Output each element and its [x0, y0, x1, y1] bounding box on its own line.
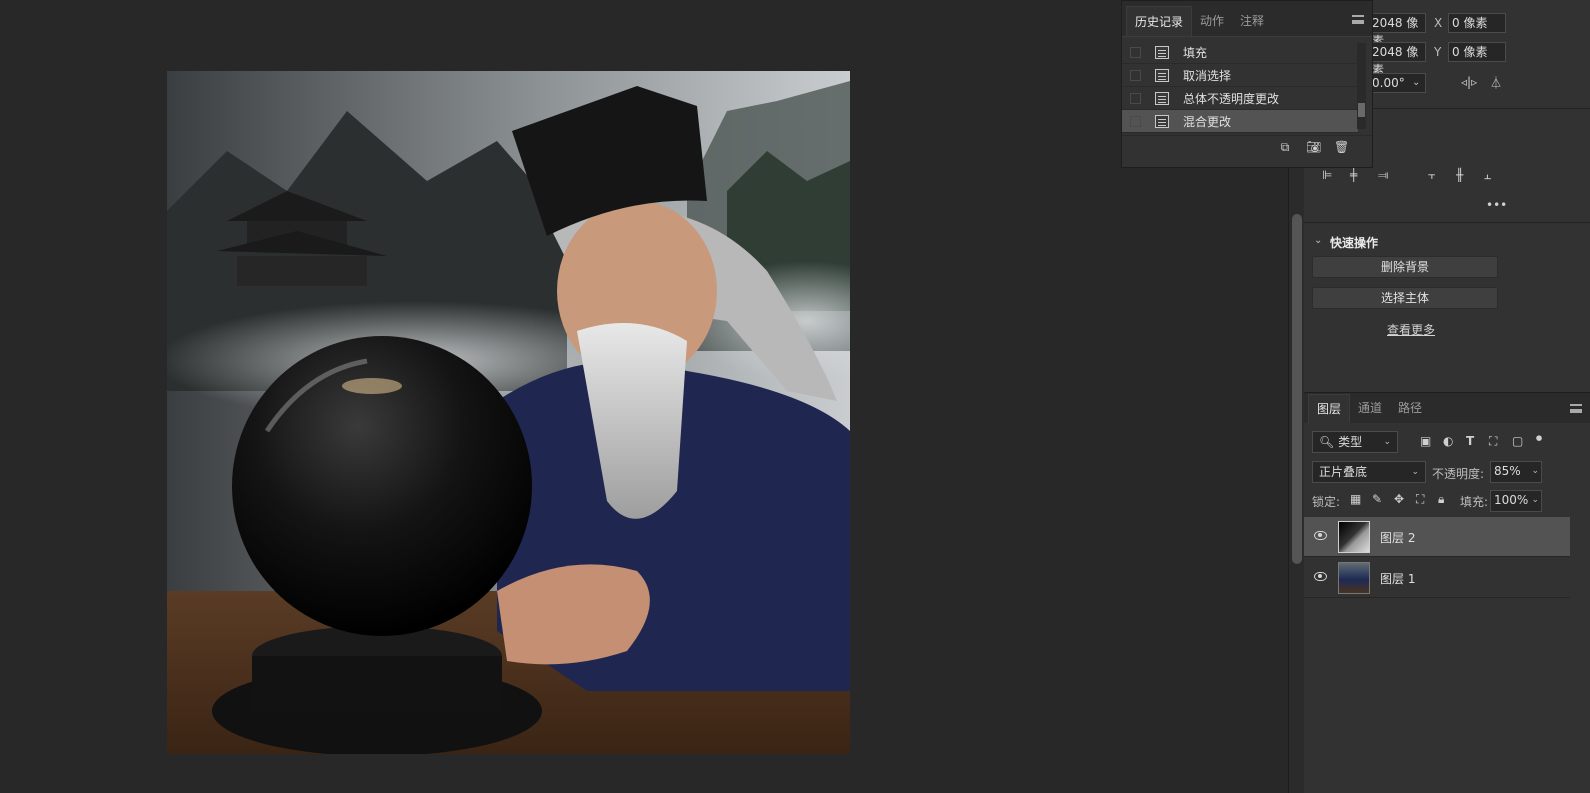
lock-label: 锁定: [1312, 495, 1341, 509]
history-item-label: 取消选择 [1183, 68, 1232, 83]
align-top-icon[interactable]: ⫟ [1428, 168, 1435, 183]
history-item[interactable]: 混合更改 [1122, 110, 1358, 133]
history-panel: 历史记录 动作 注释 填充 取消选择 总体不透明度更改 混合更改 ⧉ � [1121, 0, 1373, 168]
document-canvas[interactable] [167, 71, 850, 754]
opacity-label: 不透明度: [1432, 467, 1485, 481]
history-scrollbar-thumb[interactable] [1358, 103, 1365, 117]
chevron-down-icon: ⌄ [1531, 466, 1539, 476]
chevron-down-icon: ⌄ [1411, 467, 1419, 477]
history-item[interactable]: 填充 [1122, 41, 1358, 64]
tab-history[interactable]: 历史记录 [1126, 6, 1193, 36]
tab-actions[interactable]: 动作 [1192, 6, 1232, 36]
align-right-icon[interactable]: ⫥ [1378, 168, 1388, 183]
collapse-chevron-icon[interactable]: ⌄ [1314, 235, 1322, 246]
history-list: 填充 取消选择 总体不透明度更改 混合更改 [1122, 41, 1358, 133]
lock-pixels-brush-icon[interactable]: ✎ [1372, 492, 1382, 506]
panel-menu-icon[interactable] [1352, 15, 1364, 24]
visibility-eye-icon[interactable] [1314, 531, 1327, 540]
chevron-down-icon[interactable]: ⌄ [1412, 77, 1420, 88]
history-item-label: 混合更改 [1183, 114, 1232, 129]
opacity-value: 85% [1494, 464, 1521, 478]
tab-notes[interactable]: 注释 [1232, 6, 1272, 36]
layer-row[interactable]: 图层 1 [1304, 558, 1570, 598]
filter-type-icon[interactable]: T [1466, 434, 1474, 448]
new-document-from-state-icon[interactable]: ⧉ [1278, 141, 1292, 154]
history-step-icon [1155, 91, 1169, 105]
history-footer: ⧉ 📷︎ 🗑︎ [1122, 135, 1372, 159]
trash-icon[interactable]: 🗑︎ [1334, 141, 1349, 154]
lock-all-icon[interactable]: 🔒︎ [1438, 492, 1444, 507]
select-subject-button[interactable]: 选择主体 [1312, 287, 1498, 309]
layer-filter-dropdown[interactable]: 🔍︎ 类型 ⌄ [1312, 431, 1398, 453]
history-brush-source-checkbox[interactable] [1130, 115, 1141, 127]
history-brush-source-checkbox[interactable] [1130, 69, 1141, 81]
align-left-icon[interactable]: ⊫ [1322, 168, 1332, 182]
flip-horizontal-icon[interactable]: ◃|▹ [1461, 75, 1477, 89]
history-tabs: 历史记录 动作 注释 [1122, 1, 1372, 37]
history-step-icon [1155, 114, 1169, 128]
history-item-label: 填充 [1183, 45, 1208, 60]
see-more-link[interactable]: 查看更多 [1387, 321, 1435, 338]
layers-menu-icon[interactable] [1570, 404, 1582, 413]
lock-transparency-icon[interactable]: ▦ [1350, 492, 1361, 506]
flip-vertical-icon[interactable]: ⏃ [1490, 74, 1502, 91]
angle-value: 0.00° [1372, 76, 1405, 90]
tab-channels[interactable]: 通道 [1350, 394, 1390, 423]
width-field[interactable]: 2048 像素 [1368, 13, 1426, 48]
history-brush-source-checkbox[interactable] [1130, 92, 1141, 104]
tab-layers[interactable]: 图层 [1308, 394, 1351, 423]
filter-adjustment-icon[interactable]: ◐ [1443, 434, 1453, 448]
remove-background-button[interactable]: 删除背景 [1312, 256, 1498, 278]
fill-label: 填充: [1460, 495, 1489, 509]
chevron-down-icon: ⌄ [1531, 495, 1539, 505]
layer-name[interactable]: 图层 1 [1380, 570, 1415, 587]
blend-mode-dropdown[interactable]: 正片叠底 ⌄ [1312, 461, 1426, 483]
filter-pixel-icon[interactable]: ▣ [1420, 434, 1431, 448]
fill-value: 100% [1494, 493, 1529, 507]
history-item-label: 总体不透明度更改 [1183, 91, 1280, 106]
tab-paths[interactable]: 路径 [1390, 394, 1430, 423]
history-brush-source-checkbox[interactable] [1130, 46, 1141, 58]
history-step-icon [1155, 45, 1169, 59]
layer-thumbnail [1338, 521, 1370, 553]
chevron-down-icon: ⌄ [1383, 437, 1391, 447]
layer-row[interactable]: 图层 2 [1304, 517, 1570, 557]
x-field[interactable]: 0 像素 [1448, 13, 1506, 33]
history-scrollbar[interactable] [1357, 43, 1366, 129]
align-bottom-icon[interactable]: ⫠ [1484, 168, 1491, 183]
lock-position-move-icon[interactable]: ✥ [1394, 492, 1404, 506]
history-item[interactable]: 总体不透明度更改 [1122, 87, 1358, 110]
layers-panel: 图层 通道 路径 🔍︎ 类型 ⌄ ▣ ◐ T ⛶ ▢ ⏺ 正片叠底 ⌄ 不透明度… [1304, 392, 1590, 793]
history-step-icon [1155, 68, 1169, 82]
opacity-field[interactable]: 85% ⌄ [1490, 461, 1542, 483]
layer-thumbnail [1338, 562, 1370, 594]
layer-filter-value: 类型 [1338, 435, 1363, 449]
filter-toggle-icon[interactable]: ⏺ [1536, 431, 1542, 446]
align-middle-v-icon[interactable]: ╫ [1456, 168, 1463, 182]
filter-shape-icon[interactable]: ⛶ [1489, 434, 1497, 449]
layers-tabs: 图层 通道 路径 [1304, 393, 1590, 423]
fill-field[interactable]: 100% ⌄ [1490, 490, 1542, 512]
y-field[interactable]: 0 像素 [1448, 42, 1506, 62]
height-field[interactable]: 2048 像素 [1368, 42, 1426, 77]
x-label: X [1434, 16, 1443, 30]
canvas-artwork [167, 71, 850, 754]
scrollbar-thumb[interactable] [1292, 214, 1302, 564]
y-label: Y [1434, 45, 1442, 59]
blend-mode-value: 正片叠底 [1319, 465, 1368, 479]
align-center-h-icon[interactable]: ╪ [1350, 168, 1357, 182]
filter-smart-object-icon[interactable]: ▢ [1512, 434, 1523, 448]
history-item[interactable]: 取消选择 [1122, 64, 1358, 87]
more-options-icon[interactable]: ••• [1486, 198, 1507, 212]
search-icon: 🔍︎ [1319, 435, 1335, 449]
lock-artboard-icon[interactable]: ⛶ [1416, 492, 1424, 507]
visibility-eye-icon[interactable] [1314, 572, 1327, 581]
quick-actions-title: 快速操作 [1330, 236, 1379, 250]
layer-name[interactable]: 图层 2 [1380, 529, 1415, 546]
camera-snapshot-icon[interactable]: 📷︎ [1306, 141, 1321, 154]
